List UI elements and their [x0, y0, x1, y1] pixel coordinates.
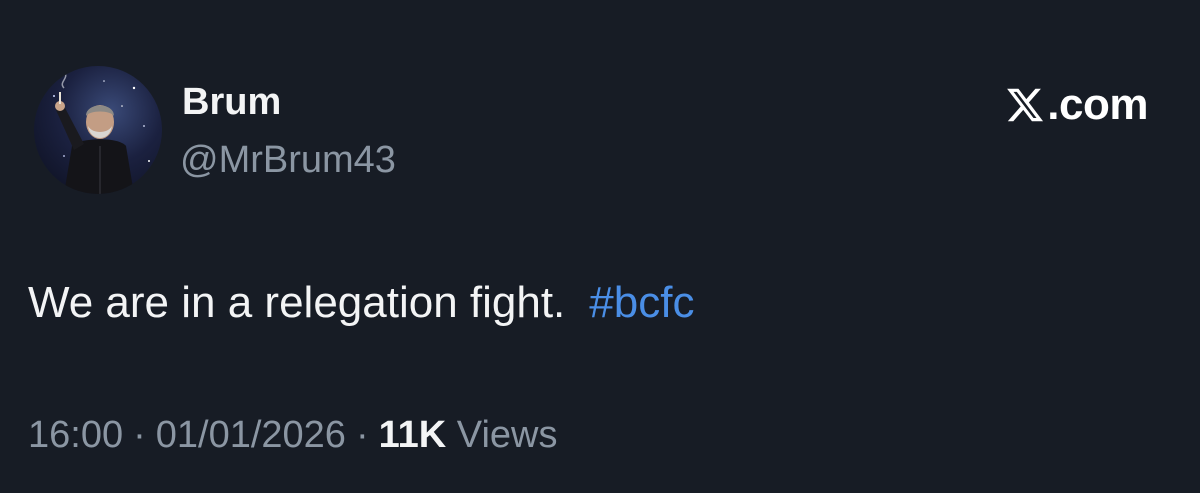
x-logo-icon: [1005, 85, 1045, 125]
user-handle[interactable]: @MrBrum43: [180, 138, 396, 182]
hashtag-link[interactable]: #bcfc: [589, 278, 694, 327]
tweet-card: Brum @MrBrum43 .com We are in a relegati…: [0, 0, 1200, 493]
tweet-meta: 16:00 · 01/01/2026 · 11K Views: [28, 412, 557, 458]
site-brand: .com: [1005, 80, 1148, 130]
meta-separator: ·: [133, 414, 146, 456]
views-label: Views: [456, 414, 558, 456]
tweet-text: We are in a relegation fight. #bcfc: [28, 276, 694, 330]
brand-suffix: .com: [1047, 80, 1148, 129]
tweet-time[interactable]: 16:00: [28, 414, 123, 456]
tweet-date[interactable]: 01/01/2026: [156, 414, 346, 456]
views-count: 11K: [378, 414, 447, 456]
avatar[interactable]: [34, 66, 162, 194]
display-name[interactable]: Brum: [182, 80, 281, 124]
meta-separator: ·: [355, 414, 369, 456]
tweet-body: We are in a relegation fight.: [28, 278, 566, 327]
avatar-image: [53, 66, 150, 194]
